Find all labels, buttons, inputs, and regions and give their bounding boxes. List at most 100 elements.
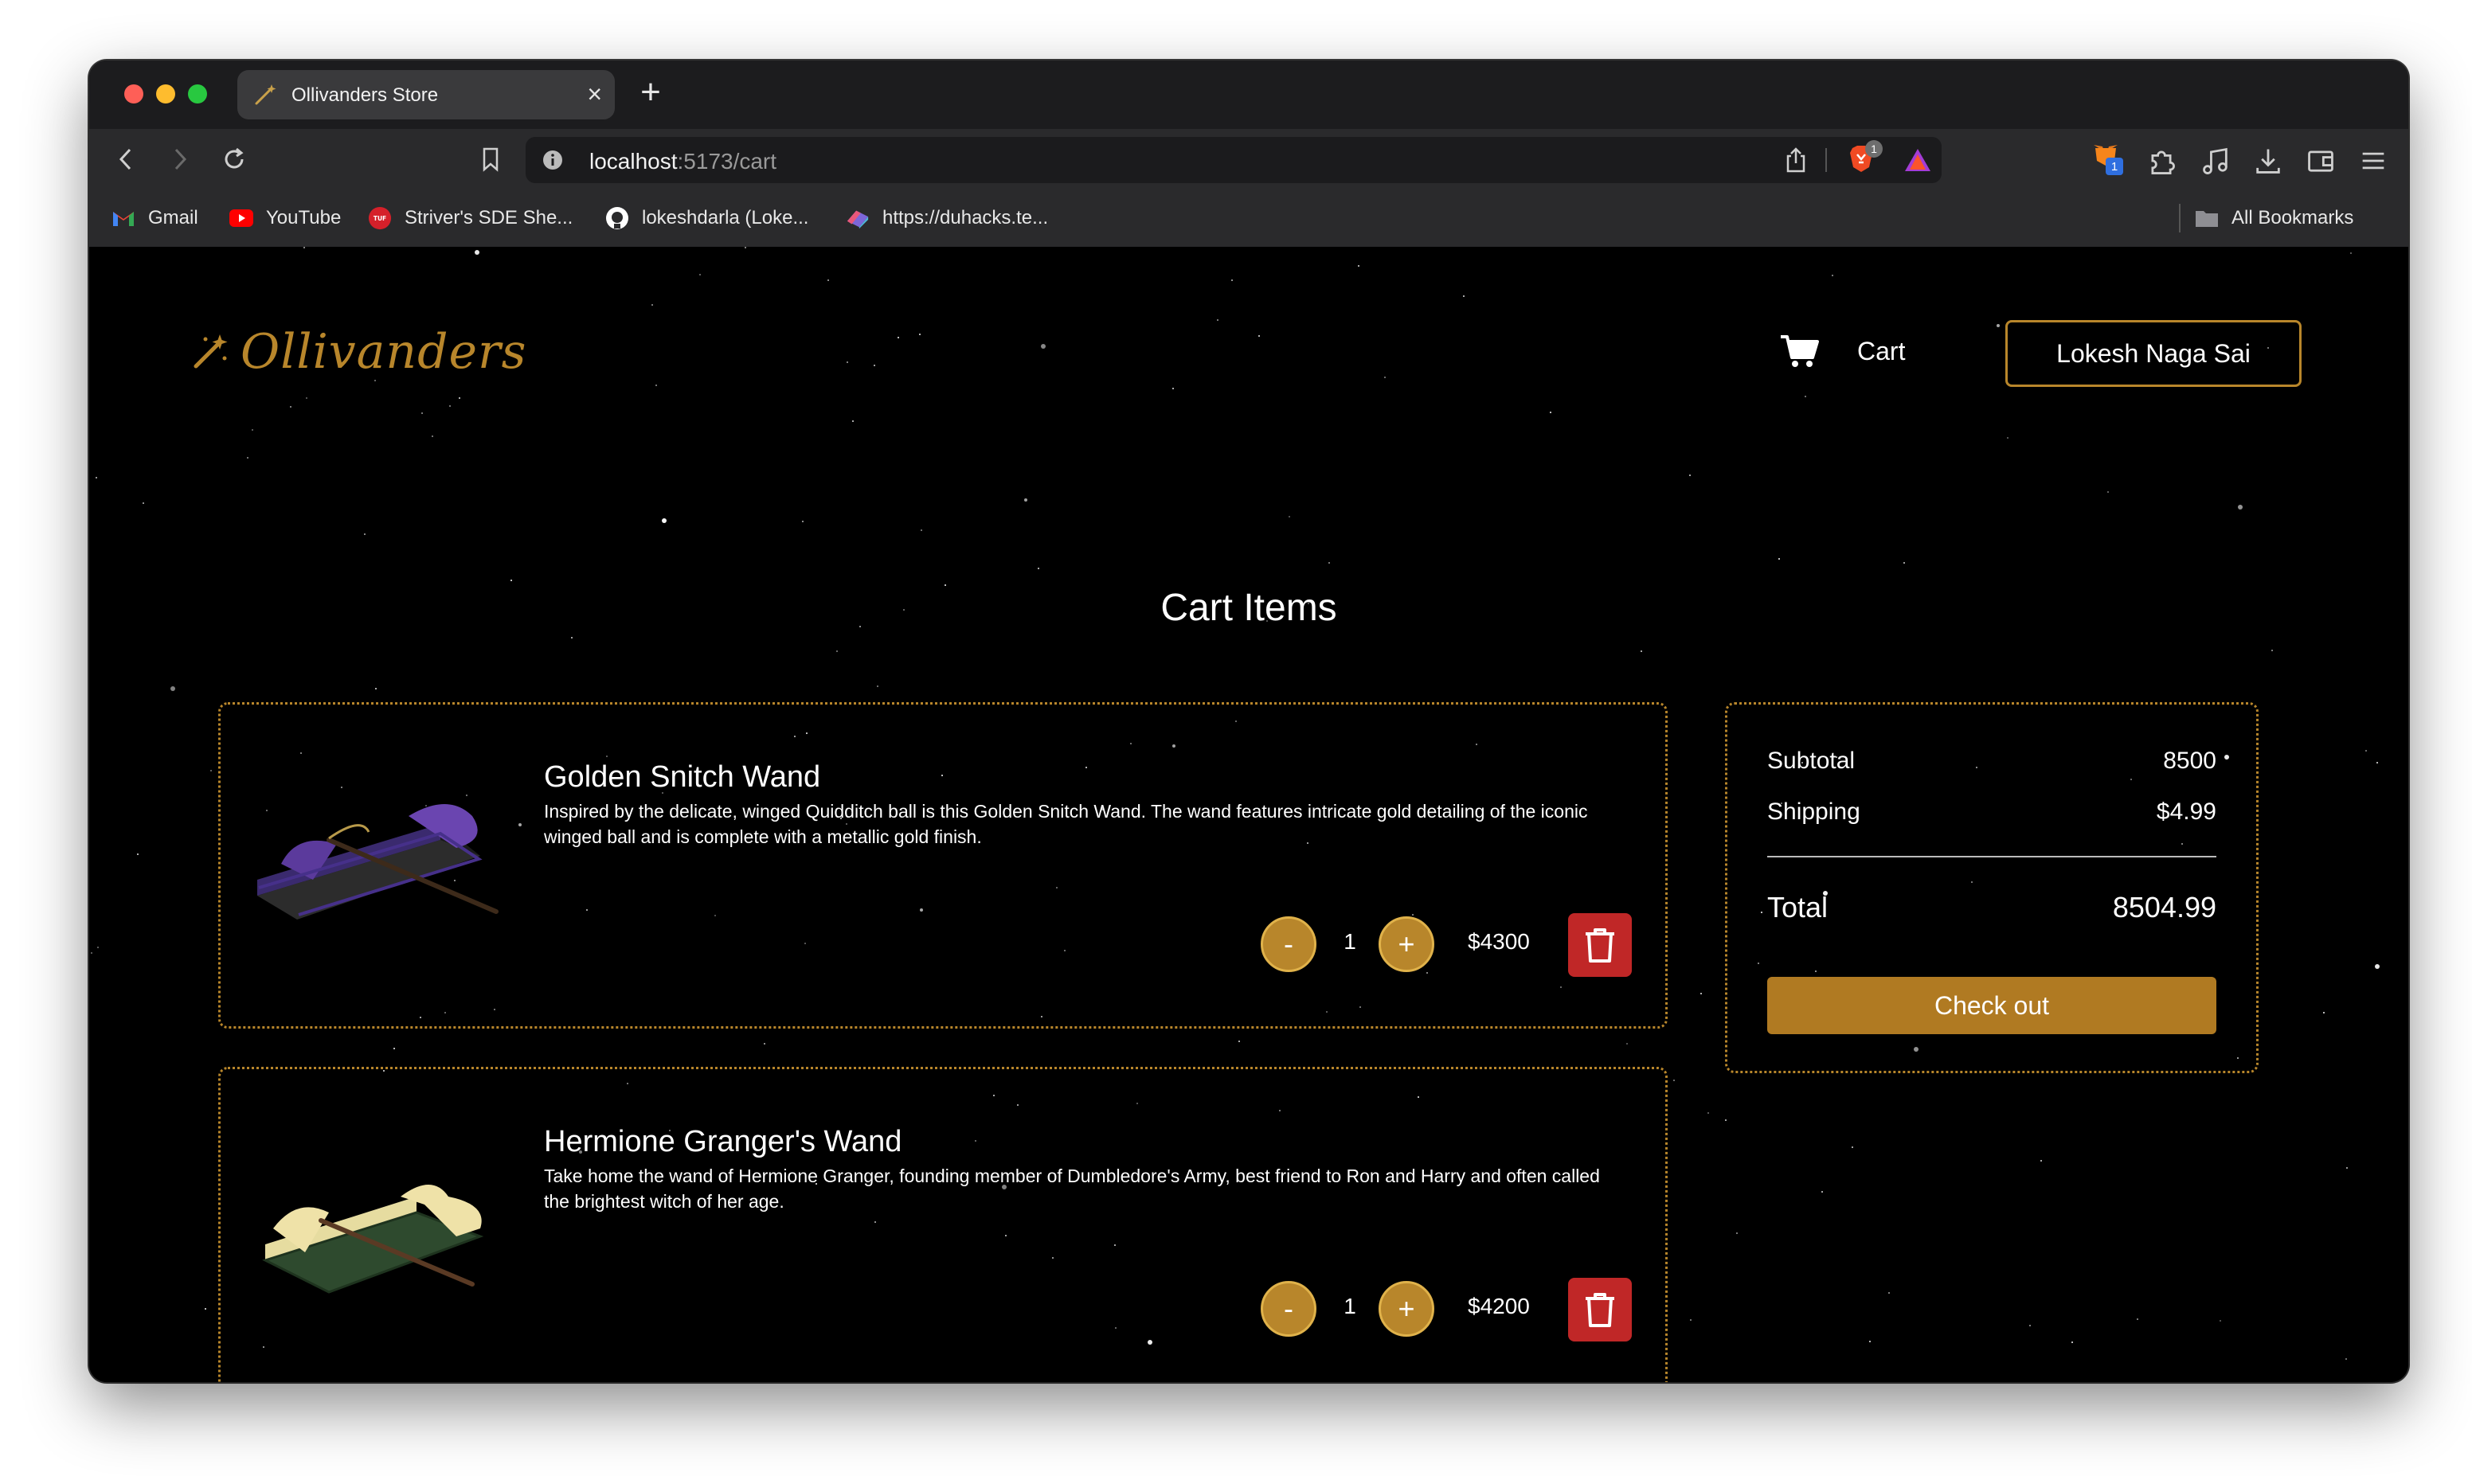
folder-icon [2195, 206, 2219, 230]
star-decoration [1778, 558, 1780, 560]
star-decoration [290, 406, 291, 408]
decrease-quantity-button[interactable]: - [1261, 1281, 1316, 1337]
bookmark-label: Striver's SDE She... [405, 207, 573, 228]
star-decoration [1725, 1119, 1727, 1121]
tab-bar: Ollivanders Store × + [89, 61, 2408, 129]
new-tab-button[interactable]: + [631, 70, 671, 115]
star-decoration [393, 1048, 395, 1049]
site-info-icon[interactable] [542, 149, 564, 171]
star-decoration [306, 397, 307, 399]
bookmark-striver[interactable]: TUF Striver's SDE She... [368, 204, 573, 232]
increase-quantity-button[interactable]: + [1379, 916, 1434, 972]
extensions-icon[interactable] [2145, 145, 2177, 177]
reload-icon [225, 147, 244, 169]
star-decoration [1690, 1319, 1692, 1321]
star-decoration [1024, 498, 1027, 502]
star-decoration [662, 518, 667, 523]
star-decoration [247, 457, 248, 459]
svg-text:TUF: TUF [374, 215, 386, 222]
increase-quantity-button[interactable]: + [1379, 1281, 1434, 1337]
star-decoration [459, 397, 460, 399]
star-decoration [2238, 505, 2243, 510]
star-decoration [1832, 275, 1833, 276]
star-decoration [1805, 396, 1806, 397]
share-icon[interactable] [1784, 146, 1808, 174]
star-decoration [1258, 335, 1260, 337]
brave-shields-button[interactable]: 1 [1848, 140, 1883, 175]
bookmark-github[interactable]: lokeshdarla (Loke... [605, 204, 808, 232]
star-decoration [2029, 1325, 2031, 1326]
url-divider [1825, 148, 1827, 172]
maximize-window-button[interactable] [188, 84, 207, 103]
item-name: Hermione Granger's Wand [544, 1125, 902, 1158]
url-path: :5173/cart [677, 149, 777, 174]
forward-button[interactable] [162, 142, 198, 177]
logo-text: Ollivanders [241, 324, 527, 380]
star-decoration [421, 412, 423, 414]
star-decoration [2220, 1320, 2221, 1322]
wand-icon [255, 84, 276, 105]
subtotal-value: 8500 [2163, 748, 2216, 774]
bookmark-duhacks[interactable]: https://duhacks.te... [846, 204, 1048, 232]
star-decoration [449, 405, 451, 407]
star-decoration [919, 334, 921, 335]
star-decoration [2346, 1167, 2348, 1169]
cart-link[interactable]: Cart [1779, 323, 1905, 379]
star-decoration [1736, 1232, 1738, 1234]
star-decoration [1041, 344, 1046, 349]
star-decoration [2376, 762, 2378, 763]
minimize-window-button[interactable] [156, 84, 175, 103]
menu-icon[interactable] [2357, 145, 2389, 177]
star-decoration [2323, 1012, 2325, 1013]
delete-item-button[interactable] [1568, 913, 1632, 977]
summary-divider [1767, 856, 2216, 857]
star-decoration [1641, 650, 1642, 652]
shipping-value: $4.99 [2156, 799, 2216, 825]
bookmark-page-button[interactable] [473, 142, 508, 177]
star-decoration [877, 685, 878, 687]
checkout-button[interactable]: Check out [1767, 977, 2216, 1034]
gmail-icon [111, 206, 135, 230]
item-name: Golden Snitch Wand [544, 760, 821, 794]
github-icon [605, 206, 629, 230]
tab-ollivanders[interactable]: Ollivanders Store × [237, 70, 615, 119]
star-decoration [802, 521, 804, 522]
star-decoration [898, 337, 899, 338]
close-window-button[interactable] [124, 84, 143, 103]
site-logo[interactable]: Ollivanders [191, 320, 526, 384]
star-decoration [764, 1043, 765, 1045]
star-decoration [1172, 388, 1174, 389]
download-icon[interactable] [2252, 145, 2284, 177]
star-decoration [1626, 1043, 1628, 1045]
delete-item-button[interactable] [1568, 1278, 1632, 1341]
user-menu-button[interactable]: Lokesh Naga Sai [2005, 320, 2302, 387]
wallet-badge: 1 [2106, 158, 2123, 175]
star-decoration [571, 637, 573, 639]
bookmark-gmail[interactable]: Gmail [111, 204, 198, 232]
decrease-quantity-button[interactable]: - [1261, 916, 1316, 972]
star-decoration [143, 502, 144, 504]
brave-rewards-icon[interactable] [1903, 146, 1932, 174]
bookmark-youtube[interactable]: YouTube [229, 204, 341, 232]
tab-close-button[interactable]: × [587, 80, 602, 108]
wallet-icon[interactable] [2305, 145, 2337, 177]
cart-icon [1781, 335, 1819, 367]
bookmarks-bar: Gmail YouTube TUF Striver's SDE She... l… [89, 189, 2408, 247]
item-description: Take home the wand of Hermione Granger, … [544, 1166, 1600, 1212]
item-quantity: 1 [1344, 1294, 1356, 1318]
url-text[interactable]: localhost:5173/cart [589, 149, 776, 174]
star-decoration [2040, 1160, 2042, 1162]
all-bookmarks[interactable]: All Bookmarks [2195, 204, 2353, 232]
star-decoration [2345, 1358, 2347, 1360]
reload-button[interactable] [217, 142, 252, 177]
star-decoration [2375, 964, 2380, 969]
star-decoration [2350, 252, 2352, 254]
link-icon [846, 206, 870, 230]
back-button[interactable] [108, 142, 143, 177]
star-decoration [2107, 491, 2109, 493]
wallet-extension-button[interactable]: 1 [2091, 142, 2123, 175]
tab-title: Ollivanders Store [291, 84, 439, 106]
golden-snitch-wand-image [257, 804, 499, 920]
music-note-icon[interactable] [2200, 145, 2231, 177]
address-bar[interactable]: localhost:5173/cart 1 [526, 137, 1942, 183]
